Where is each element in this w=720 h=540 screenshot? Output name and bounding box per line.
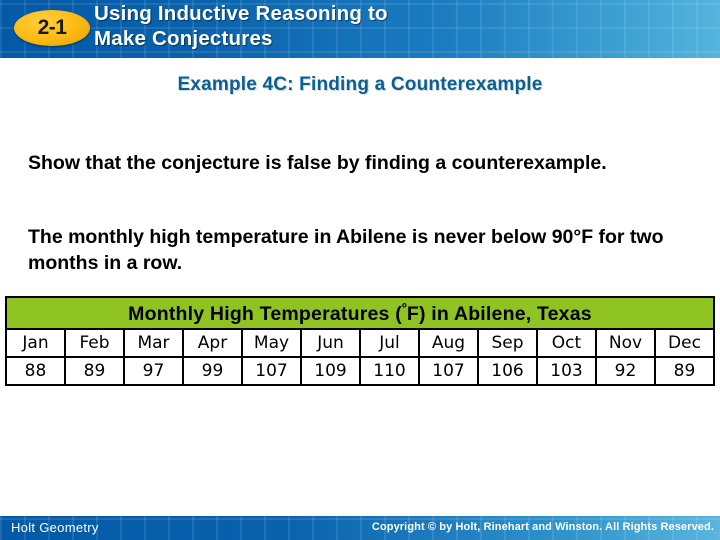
table-row-temperatures: 88 89 97 99 107 109 110 107 106 103 92 89	[5, 356, 715, 386]
banner-text-prefix: Monthly High Temperatures (	[128, 303, 402, 325]
temperature-table: Monthly High Temperatures (ºF) in Abilen…	[5, 296, 715, 386]
month-cell: Aug	[418, 328, 479, 358]
temperature-cell: 107	[241, 356, 302, 386]
temperature-cell: 107	[418, 356, 479, 386]
month-cell: May	[241, 328, 302, 358]
footer-copyright: Copyright © by Holt, Rinehart and Winsto…	[371, 521, 714, 533]
month-cell: Sep	[477, 328, 538, 358]
conjecture-text: The monthly high temperature in Abilene …	[28, 226, 664, 274]
month-cell: Mar	[123, 328, 184, 358]
month-cell: Apr	[182, 328, 243, 358]
temperature-cell: 109	[300, 356, 361, 386]
month-cell: Oct	[536, 328, 597, 358]
lesson-number-badge: 2-1	[14, 10, 90, 46]
temperature-cell: 106	[477, 356, 538, 386]
month-cell: Jan	[5, 328, 66, 358]
temperature-cell: 89	[64, 356, 125, 386]
temperature-cell: 110	[359, 356, 420, 386]
slide-header-bar: 2-1 Using Inductive Reasoning to Make Co…	[0, 0, 720, 58]
lesson-title: Using Inductive Reasoning to Make Conjec…	[94, 2, 388, 50]
footer-book-title: Holt Geometry	[11, 520, 99, 535]
banner-text-suffix: F) in Abilene, Texas	[406, 303, 592, 325]
temperature-cell: 99	[182, 356, 243, 386]
month-cell: Nov	[595, 328, 656, 358]
temperature-cell: 88	[5, 356, 66, 386]
month-cell: Jun	[300, 328, 361, 358]
table-banner-title: Monthly High Temperatures (ºF) in Abilen…	[5, 296, 715, 330]
temperature-cell: 92	[595, 356, 656, 386]
temperature-table-container: Monthly High Temperatures (ºF) in Abilen…	[5, 296, 715, 386]
instruction-text: Show that the conjecture is false by fin…	[28, 152, 607, 174]
month-cell: Dec	[654, 328, 715, 358]
temperature-cell: 97	[123, 356, 184, 386]
slide-footer-bar: Holt Geometry Copyright © by Holt, Rineh…	[0, 516, 720, 540]
example-heading: Example 4C: Finding a Counterexample	[177, 74, 543, 95]
month-cell: Feb	[64, 328, 125, 358]
month-cell: Jul	[359, 328, 420, 358]
temperature-cell: 103	[536, 356, 597, 386]
table-row-months: Jan Feb Mar Apr May Jun Jul Aug Sep Oct Nov Dec	[5, 328, 715, 358]
temperature-cell: 89	[654, 356, 715, 386]
table-banner-row: Monthly High Temperatures (ºF) in Abilen…	[5, 296, 715, 330]
